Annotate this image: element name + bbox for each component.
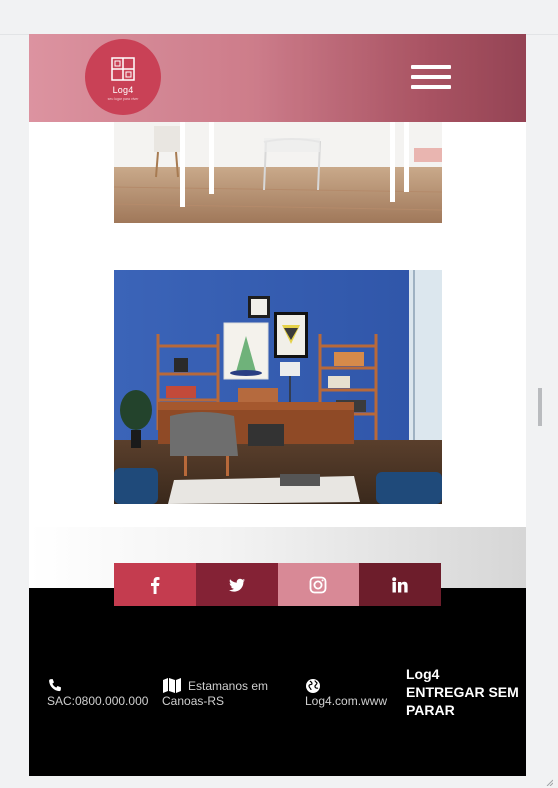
linkedin-icon [392, 576, 408, 592]
logo[interactable]: Log4 seu lugar para viver [85, 39, 161, 115]
footer-slogan-line2: PARAR [406, 702, 455, 718]
scrollbar-handle[interactable] [538, 388, 542, 426]
hamburger-menu-icon[interactable] [411, 65, 451, 93]
facebook-link[interactable] [114, 563, 196, 606]
twitter-icon [228, 578, 245, 592]
footer-phone-text: SAC:0800.000.000 [47, 694, 149, 708]
map-icon [163, 678, 181, 693]
globe-icon [306, 679, 320, 693]
footer-address-line2: Canoas-RS [162, 694, 225, 708]
logo-text: Log4 [112, 84, 134, 95]
logo-tagline: seu lugar para viver [107, 96, 139, 101]
instagram-link[interactable] [277, 563, 360, 606]
instagram-icon [309, 576, 327, 593]
phone-icon [49, 679, 61, 692]
social-links [114, 563, 441, 606]
logo-box-icon [111, 56, 135, 81]
resize-grip-icon[interactable] [545, 778, 553, 786]
page-frame: Log4 seu lugar para viver SAC:0800.000.0… [29, 34, 526, 776]
gallery-image-room-white [114, 122, 442, 223]
site-header: Log4 seu lugar para viver [29, 34, 526, 122]
browser-top-bar [0, 0, 558, 35]
footer-address: Estamanos em Canoas-RS [162, 677, 268, 709]
footer-website[interactable]: Log4.com.www [305, 678, 387, 709]
linkedin-link[interactable] [359, 563, 441, 606]
footer-website-text: Log4.com.www [305, 694, 388, 708]
footer-phone[interactable]: SAC:0800.000.000 [47, 678, 148, 709]
facebook-icon [150, 576, 160, 594]
footer-slogan-line1: ENTREGAR SEM [406, 684, 519, 700]
twitter-link[interactable] [195, 563, 278, 606]
footer-brand-name: Log4 [406, 666, 440, 682]
footer-address-line1: Estamanos em [188, 679, 269, 693]
gallery-image-home-office [114, 270, 442, 504]
footer-brand: Log4 ENTREGAR SEM PARAR [406, 665, 524, 719]
site-footer: SAC:0800.000.000 Estamanos em Canoas-RS … [29, 588, 526, 776]
